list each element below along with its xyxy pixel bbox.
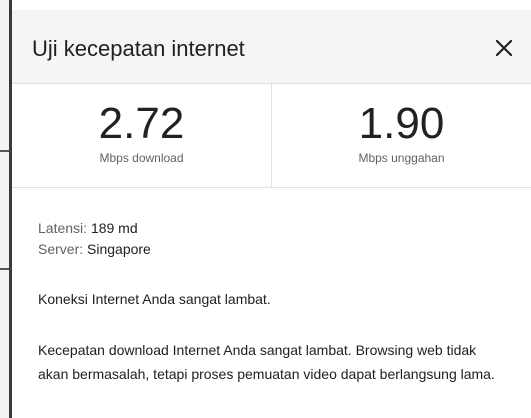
speed-metrics: 2.72 Mbps download 1.90 Mbps unggahan xyxy=(12,84,531,188)
close-button[interactable] xyxy=(493,37,515,59)
connection-details: Latensi: 189 md Server: Singapore xyxy=(38,218,498,260)
server-row: Server: Singapore xyxy=(38,239,498,260)
dialog-header: Uji kecepatan internet xyxy=(12,10,531,84)
latency-row: Latensi: 189 md xyxy=(38,218,498,239)
connection-summary: Koneksi Internet Anda sangat lambat. xyxy=(38,291,271,307)
background-mark xyxy=(0,268,9,270)
latency-value: 189 md xyxy=(90,220,138,236)
latency-label: Latensi: xyxy=(38,220,88,236)
server-label: Server: xyxy=(38,241,84,257)
download-speed-value: 2.72 xyxy=(98,99,185,148)
background-mark xyxy=(0,150,9,152)
dialog-title: Uji kecepatan internet xyxy=(32,36,245,61)
dialog-top-strip xyxy=(12,0,531,10)
server-value: Singapore xyxy=(87,241,151,257)
upload-speed-value: 1.90 xyxy=(358,99,445,148)
upload-speed-unit: Mbps unggahan xyxy=(358,151,445,165)
connection-detail-message: Kecepatan download Internet Anda sangat … xyxy=(38,342,495,382)
close-icon xyxy=(495,39,513,57)
page: Uji kecepatan internet 2.72 Mbps downloa… xyxy=(0,0,531,418)
background-page-edge xyxy=(0,0,9,418)
download-metric: 2.72 Mbps download xyxy=(12,84,272,187)
download-speed-unit: Mbps download xyxy=(99,151,184,165)
upload-metric: 1.90 Mbps unggahan xyxy=(272,84,531,187)
